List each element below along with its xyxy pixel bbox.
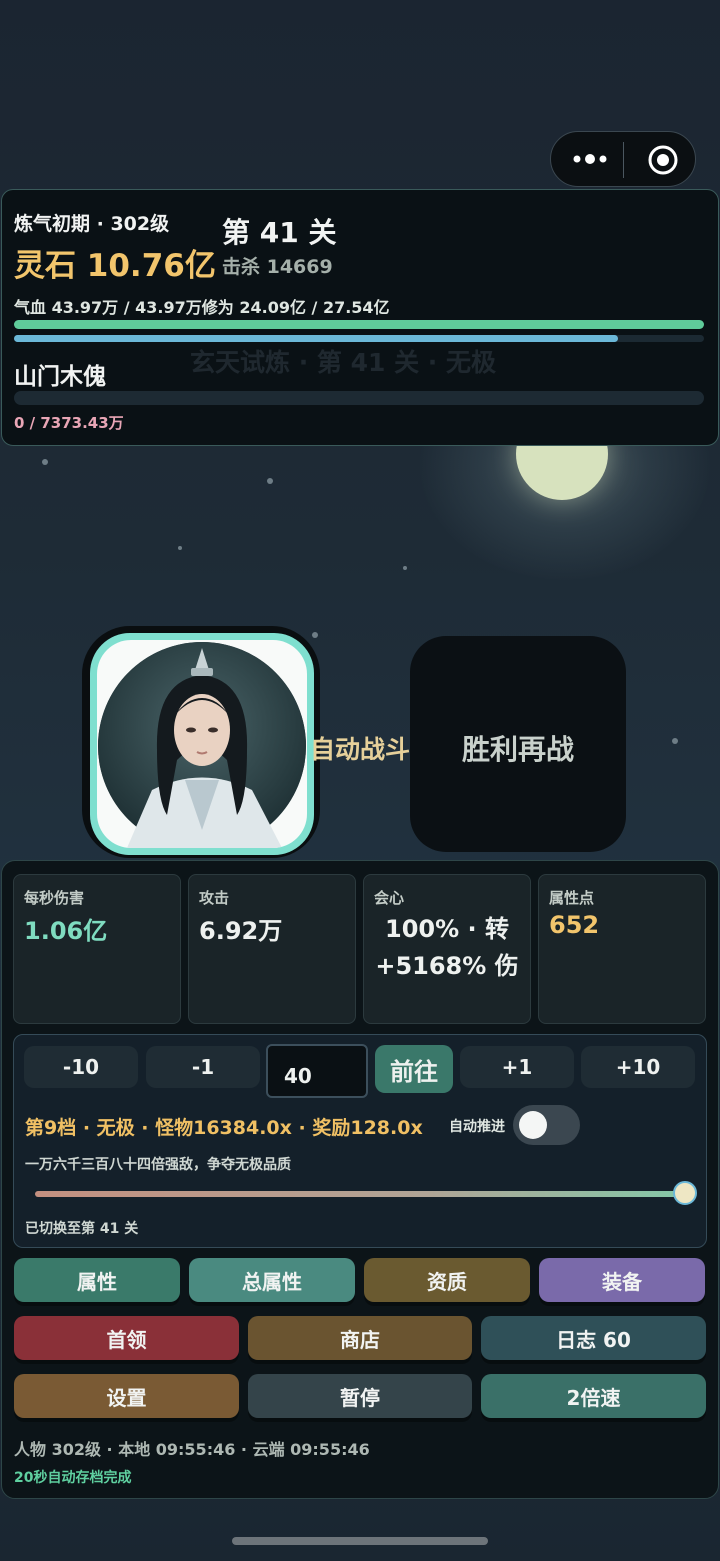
tier-slider-thumb[interactable] — [673, 1181, 697, 1205]
auto-fight-label[interactable]: 自动战斗 — [310, 730, 410, 766]
star — [267, 478, 273, 484]
minus-1-button[interactable]: -1 — [146, 1046, 260, 1088]
stat-card-attribute-points: 属性点 652 — [538, 874, 706, 1024]
stat-value: 1.06亿 — [24, 917, 108, 945]
home-indicator — [232, 1537, 488, 1545]
spirit-stone: 灵石 10.76亿 — [14, 248, 216, 284]
pause-button[interactable]: 暂停 — [248, 1374, 472, 1418]
enemy-hp-bar — [14, 391, 704, 405]
tier-slider-track[interactable] — [35, 1191, 685, 1197]
plus-1-button[interactable]: +1 — [460, 1046, 574, 1088]
enemy-hp-text: 0 / 7373.43万 — [14, 414, 124, 432]
equipment-button[interactable]: 装备 — [539, 1258, 705, 1302]
win-again-button[interactable]: 胜利再战 — [410, 728, 626, 768]
minus-10-button[interactable]: -10 — [24, 1046, 138, 1088]
current-stage: 第 41 关 — [222, 216, 337, 249]
stage-input[interactable] — [266, 1044, 368, 1098]
kill-count: 击杀 14669 — [222, 256, 333, 278]
boss-button[interactable]: 首领 — [14, 1316, 239, 1360]
miniprogram-capsule — [550, 131, 696, 187]
realm-level: 炼气初期 · 302级 — [14, 213, 170, 235]
double-speed-button[interactable]: 2倍速 — [481, 1374, 706, 1418]
settings-button[interactable]: 设置 — [14, 1374, 239, 1418]
hp-cultivation-line: 气血 43.97万 / 43.97万修为 24.09亿 / 27.54亿 — [14, 298, 390, 317]
aptitude-button[interactable]: 资质 — [364, 1258, 530, 1302]
go-button[interactable]: 前往 — [375, 1045, 453, 1093]
cultivation-bar-fill — [14, 335, 618, 342]
stat-label: 攻击 — [199, 889, 230, 907]
stat-card-crit: 会心 100% · 转+5168% 伤 — [363, 874, 531, 1024]
log-button[interactable]: 日志 60 — [481, 1316, 706, 1360]
attributes-button[interactable]: 属性 — [14, 1258, 180, 1302]
stat-value: 652 — [549, 911, 600, 939]
star — [672, 738, 678, 744]
total-attributes-button[interactable]: 总属性 — [189, 1258, 355, 1302]
toggle-knob — [519, 1111, 547, 1139]
star — [42, 459, 48, 465]
stat-label: 会心 — [374, 889, 405, 907]
stat-card-attack: 攻击 6.92万 — [188, 874, 356, 1024]
stage-banner-faded: 玄天试炼 · 第 41 关 · 无极 — [190, 348, 497, 377]
capsule-divider — [623, 142, 624, 178]
stat-value: 100% · 转+5168% 伤 — [375, 915, 519, 980]
auto-push-label: 自动推进 — [449, 1119, 505, 1135]
tier-description: 一万六千三百八十四倍强敌，争夺无极品质 — [25, 1157, 291, 1173]
star — [178, 546, 182, 550]
stat-value: 6.92万 — [199, 917, 283, 945]
plus-10-button[interactable]: +10 — [581, 1046, 695, 1088]
shop-button[interactable]: 商店 — [248, 1316, 472, 1360]
stat-label: 属性点 — [549, 889, 595, 907]
switch-status: 已切换至第 41 关 — [25, 1221, 139, 1237]
star — [403, 566, 407, 570]
autosave-status: 20秒自动存档完成 — [14, 1470, 132, 1486]
stat-label: 每秒伤害 — [24, 889, 85, 907]
tier-info: 第9档 · 无极 · 怪物16384.0x · 奖励128.0x — [25, 1117, 423, 1139]
enemy-name: 山门木傀 — [14, 364, 106, 390]
target-icon[interactable] — [647, 144, 679, 176]
stat-card-dps: 每秒伤害 1.06亿 — [13, 874, 181, 1024]
star — [312, 632, 318, 638]
footer-info: 人物 302级 · 本地 09:55:46 · 云端 09:55:46 — [14, 1440, 370, 1459]
player-avatar[interactable] — [97, 640, 307, 848]
more-dots-icon[interactable] — [571, 146, 609, 172]
hp-bar — [14, 320, 704, 329]
